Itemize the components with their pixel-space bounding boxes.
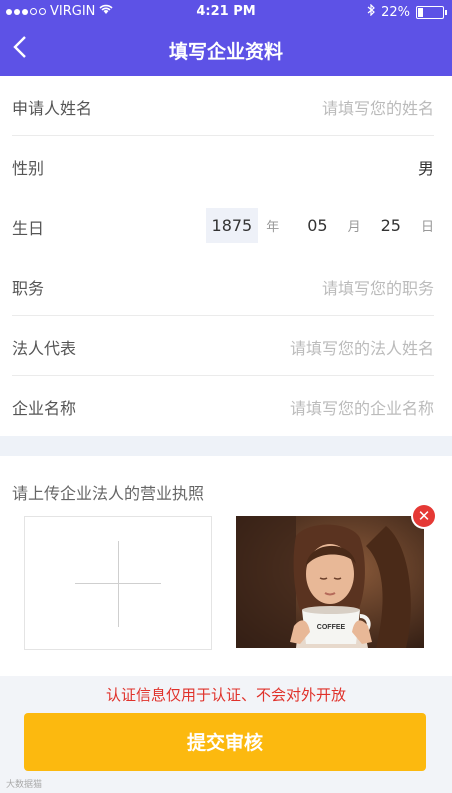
birthday-row: 生日 1875 年 05 月 25 日 [12,196,434,255]
bluetooth-icon [367,3,375,20]
applicant-name-row[interactable]: 申请人姓名 请填写您的姓名 [12,76,434,136]
company-name-row[interactable]: 企业名称 请填写您的企业名称 [12,376,434,435]
uploaded-photo[interactable]: COFFEE [236,516,424,648]
gender-value[interactable]: 男 [418,155,434,179]
legal-rep-label: 法人代表 [12,339,77,358]
battery-percent: 22% [381,4,410,20]
battery-icon [416,5,447,19]
position-row[interactable]: 职务 请填写您的职务 [12,256,434,316]
company-name-label: 企业名称 [12,399,77,418]
close-icon[interactable]: ✕ [413,505,435,527]
footer-area: 认证信息仅用于认证、不会对外开放 提交审核 大数据猫 [0,676,452,793]
birthday-label: 生日 [12,219,45,238]
birthday-month-field[interactable]: 05 [301,208,333,243]
status-bar-right: 22% [367,3,447,20]
section-divider [0,436,452,456]
day-unit: 日 [420,219,434,235]
month-unit: 月 [347,219,361,235]
company-name-input[interactable]: 请填写您的企业名称 [290,395,434,419]
gender-row[interactable]: 性别 男 [12,136,434,195]
privacy-notice: 认证信息仅用于认证、不会对外开放 [105,686,346,704]
watermark: 大数据猫 [6,780,43,790]
status-bar: VIRGIN 4:21 PM 22% [0,0,452,24]
cup-text: COFFEE [317,624,346,631]
add-photo-button[interactable] [24,516,212,650]
company-info-form: 申请人姓名 请填写您的姓名 性别 男 生日 1875 年 05 月 25 日 职… [0,76,452,436]
position-input[interactable]: 请填写您的职务 [322,275,434,299]
page-title: 填写企业资料 [168,41,283,63]
applicant-name-label: 申请人姓名 [12,99,93,118]
navigation-bar: 填写企业资料 [0,24,452,76]
gender-label: 性别 [12,159,45,178]
upload-label: 请上传企业法人的营业执照 [12,484,205,503]
birthday-year-field[interactable]: 1875 [205,207,259,243]
applicant-name-input[interactable]: 请填写您的姓名 [322,95,434,119]
legal-rep-input[interactable]: 请填写您的法人姓名 [290,335,434,359]
submit-button[interactable]: 提交审核 [24,713,426,771]
legal-rep-row[interactable]: 法人代表 请填写您的法人姓名 [12,316,434,376]
coffee-photo-image: COFFEE [236,516,424,648]
year-unit: 年 [266,219,280,235]
birthday-picker: 1875 年 05 月 25 日 [205,206,434,244]
license-upload-section: 请上传企业法人的营业执照 COFFEE ✕ [0,456,452,676]
birthday-day-field[interactable]: 25 [375,208,407,243]
position-label: 职务 [12,279,45,298]
